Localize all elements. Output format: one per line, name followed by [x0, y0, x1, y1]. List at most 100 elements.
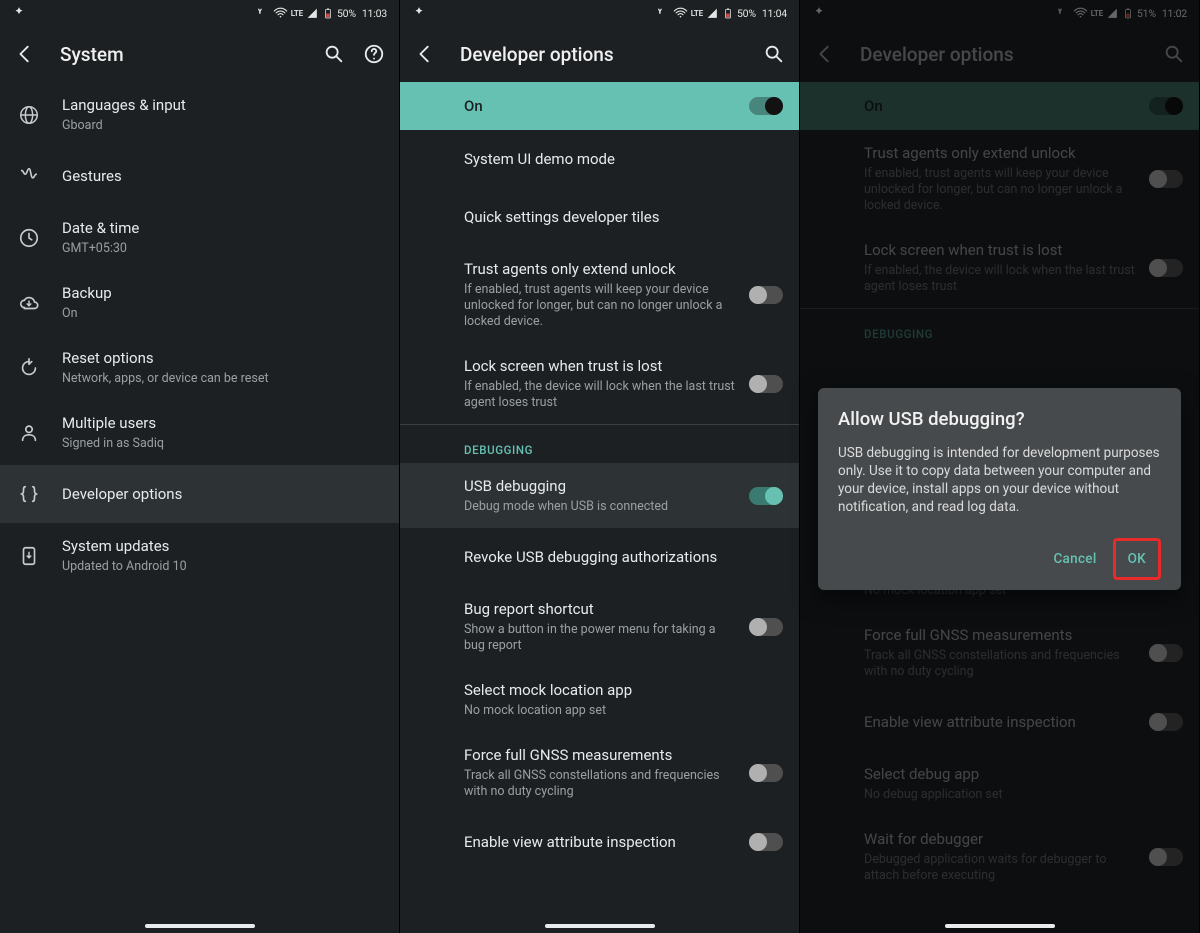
clock-time: 11:02	[1162, 7, 1187, 20]
signal-icon	[306, 7, 319, 20]
toggle-switch[interactable]	[749, 833, 783, 851]
list-item[interactable]: Select debug appNo debug application set	[800, 751, 1199, 816]
list-item[interactable]: System UI demo mode	[400, 130, 799, 188]
list-item[interactable]: Backup On	[0, 270, 399, 335]
nav-pill[interactable]	[545, 924, 655, 928]
settings-list[interactable]: Languages & inputGboard Gestures Date & ti…	[0, 82, 399, 933]
nav-pill[interactable]	[145, 924, 255, 928]
battery-icon	[722, 6, 734, 21]
item-title: Revoke USB debugging authorizations	[464, 547, 773, 567]
list-item[interactable]: Developer options	[0, 465, 399, 523]
search-icon[interactable]	[1163, 43, 1185, 65]
item-title: Trust agents only extend unlock	[864, 143, 1139, 163]
list-item[interactable]: Lock screen when trust is lostIf enabled…	[800, 227, 1199, 308]
list-item[interactable]: Trust agents only extend unlockIf enable…	[400, 246, 799, 343]
list-item[interactable]: USB debuggingDebug mode when USB is conn…	[400, 463, 799, 528]
toggle-switch[interactable]	[1149, 848, 1183, 866]
toggle-switch[interactable]	[749, 764, 783, 782]
list-item[interactable]: Trust agents only extend unlock If enable…	[800, 130, 1199, 227]
item-subtitle: Show a button in the power menu for taki…	[464, 622, 739, 654]
update-icon	[18, 545, 62, 567]
signal-icon	[706, 7, 719, 20]
toggle-switch[interactable]	[749, 487, 783, 505]
list-item[interactable]: Enable view attribute inspection	[800, 693, 1199, 751]
status-bar: LTE 50% 11:03	[0, 0, 399, 26]
list-item[interactable]: Wait for debuggerDebugged application wa…	[800, 816, 1199, 897]
item-title: Gestures	[62, 166, 373, 186]
list-item[interactable]: Lock screen when trust is lostIf enabled…	[400, 343, 799, 424]
item-subtitle: If enabled, trust agents will keep your …	[864, 166, 1139, 214]
list-item[interactable]: Bug report shortcutShow a button in the …	[400, 586, 799, 667]
list-item[interactable]: Quick settings developer tiles	[400, 188, 799, 246]
list-item[interactable]: Multiple usersSigned in as Sadiq	[0, 400, 399, 465]
toggle-switch[interactable]	[749, 618, 783, 636]
status-bar: LTE 51% 11:02	[800, 0, 1199, 26]
back-icon[interactable]	[14, 43, 36, 65]
nav-pill[interactable]	[945, 924, 1055, 928]
search-icon[interactable]	[763, 43, 785, 65]
app-bar: Developer options	[400, 26, 799, 82]
toggle-switch[interactable]	[1149, 713, 1183, 731]
item-title: Developer options	[62, 484, 373, 504]
item-subtitle: Track all GNSS constellations and freque…	[864, 648, 1139, 680]
master-toggle-row[interactable]: On	[800, 82, 1199, 130]
item-subtitle: On	[62, 306, 373, 322]
person-icon	[18, 422, 62, 444]
highlight-box: OK	[1113, 538, 1161, 580]
battery-icon	[322, 6, 334, 21]
item-title: Backup	[62, 283, 373, 303]
item-title: Reset options	[62, 348, 373, 368]
item-subtitle: If enabled, the device will lock when th…	[864, 263, 1139, 295]
cloud-icon	[18, 292, 62, 314]
list-item[interactable]: System updatesUpdated to Android 10	[0, 523, 399, 588]
search-icon[interactable]	[323, 43, 345, 65]
lte-label: LTE	[291, 9, 303, 18]
list-item[interactable]: Force full GNSS measurements Track all GN…	[800, 612, 1199, 693]
toggle-switch[interactable]	[749, 375, 783, 393]
item-subtitle: Updated to Android 10	[62, 559, 373, 575]
help-icon[interactable]	[363, 43, 385, 65]
toggle-switch[interactable]	[1149, 170, 1183, 188]
item-title: Force full GNSS measurements	[864, 625, 1139, 645]
item-title: Force full GNSS measurements	[464, 745, 739, 765]
list-item[interactable]: Enable view attribute inspection	[400, 813, 799, 871]
item-title: Enable view attribute inspection	[864, 712, 1139, 732]
master-switch[interactable]	[1149, 97, 1183, 115]
item-title: Languages & input	[62, 95, 373, 115]
settings-list[interactable]: System UI demo modeQuick settings develo…	[400, 130, 799, 933]
list-item[interactable]: Languages & inputGboard	[0, 82, 399, 147]
master-switch[interactable]	[749, 97, 783, 115]
back-icon[interactable]	[814, 43, 836, 65]
master-toggle-row[interactable]: On	[400, 82, 799, 130]
item-subtitle: No debug application set	[864, 787, 1173, 803]
volte-icon	[654, 6, 670, 20]
ok-button[interactable]: OK	[1118, 543, 1156, 575]
list-item[interactable]: Gestures	[0, 147, 399, 205]
back-icon[interactable]	[414, 43, 436, 65]
screen-1-system: LTE 50% 11:03 System Languages & inputGb…	[0, 0, 400, 933]
battery-pct: 51%	[1137, 7, 1156, 20]
app-bar: Developer options	[800, 26, 1199, 82]
toggle-switch[interactable]	[1149, 644, 1183, 662]
master-toggle-label: On	[464, 97, 749, 115]
list-item[interactable]: Force full GNSS measurementsTrack all GN…	[400, 732, 799, 813]
volte-icon	[1054, 6, 1070, 20]
screen-2-developer-options: LTE 50% 11:04 Developer options On Syste…	[400, 0, 800, 933]
cancel-button[interactable]: Cancel	[1043, 543, 1106, 575]
list-item[interactable]: Select mock location appNo mock location…	[400, 667, 799, 732]
page-title: Developer options	[460, 43, 739, 66]
battery-pct: 50%	[737, 7, 756, 20]
section-header-debugging: Debugging	[400, 425, 799, 463]
list-item[interactable]: Date & timeGMT+05:30	[0, 205, 399, 270]
clock-time: 11:03	[362, 7, 387, 20]
toggle-switch[interactable]	[749, 286, 783, 304]
item-title: Trust agents only extend unlock	[464, 259, 739, 279]
pinwheel-icon	[12, 6, 26, 20]
list-item[interactable]: Revoke USB debugging authorizations	[400, 528, 799, 586]
list-item[interactable]: Reset optionsNetwork, apps, or device ca…	[0, 335, 399, 400]
item-title: USB debugging	[464, 476, 739, 496]
toggle-switch[interactable]	[1149, 259, 1183, 277]
page-title: Developer options	[860, 43, 1139, 66]
item-title: Select mock location app	[464, 680, 773, 700]
wifi-icon	[673, 6, 688, 21]
